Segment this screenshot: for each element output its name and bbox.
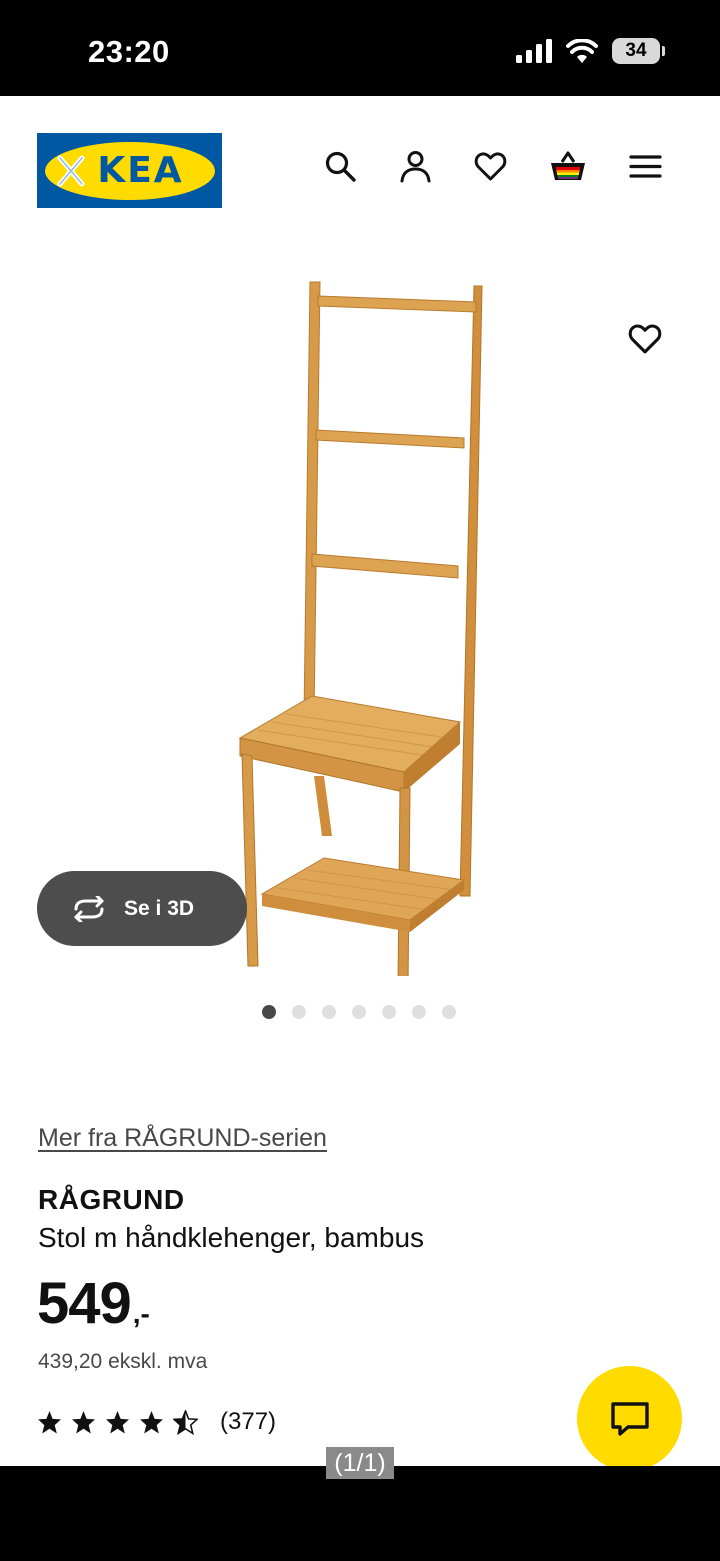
view-in-3d-label: Se i 3D [124,896,195,920]
star-icon [72,1410,95,1433]
menu-icon[interactable] [629,150,662,183]
search-icon[interactable] [324,150,357,183]
product-name: RÅGRUND [38,1184,185,1215]
half-star-icon [173,1409,198,1435]
product-image-chair [238,281,483,976]
gallery-dot[interactable] [412,1005,426,1019]
gallery-dot[interactable] [442,1005,456,1019]
price-suffix: ,- [132,1298,150,1329]
series-link[interactable]: Mer fra RÅGRUND-serien [38,1124,327,1153]
site-header: KEA [0,96,720,246]
rating-stars [37,1409,198,1435]
status-icons: 34 [516,38,665,64]
ikea-logo[interactable]: KEA [37,133,222,208]
price-main: 549 [37,1271,132,1336]
rotate-3d-icon [74,895,104,922]
product-page: KEA Se i 3D Mer fra RÅGRUND-serien RÅGRU… [0,96,720,1466]
view-in-3d-button[interactable]: Se i 3D [37,871,247,946]
heart-icon[interactable] [474,150,507,183]
user-icon[interactable] [399,150,432,183]
bottom-bar [0,1466,720,1561]
product-description: Stol m håndklehenger, bambus [38,1222,425,1253]
logo-x-icon [57,155,84,186]
battery-indicator: 34 [612,38,665,64]
star-icon [38,1410,61,1433]
page-indicator: (1/1) [326,1447,394,1479]
gallery-dot[interactable] [382,1005,396,1019]
signal-icon [516,39,552,63]
product-gallery[interactable]: Se i 3D [0,246,720,1036]
status-bar: 23:20 34 [0,0,720,96]
star-icon [106,1410,129,1433]
logo-oval: KEA [44,141,215,200]
product-rating[interactable]: (377) [37,1408,276,1436]
gallery-dot[interactable] [322,1005,336,1019]
star-icon [140,1410,163,1433]
gallery-dot[interactable] [262,1005,276,1019]
header-icons [324,150,662,183]
rating-count: (377) [220,1408,277,1435]
gallery-dot[interactable] [352,1005,366,1019]
logo-text: KEA [97,150,184,191]
price-ex-vat: 439,20 ekskl. mva [38,1350,208,1373]
add-to-wishlist-icon[interactable] [628,322,662,356]
chat-button[interactable] [577,1366,682,1466]
gallery-dot[interactable] [292,1005,306,1019]
chat-icon [610,1401,649,1436]
gallery-pagination [262,1005,456,1019]
price: 549 ,- [37,1272,150,1336]
basket-icon[interactable] [549,150,587,183]
status-time: 23:20 [88,34,170,69]
wifi-icon [566,39,598,63]
